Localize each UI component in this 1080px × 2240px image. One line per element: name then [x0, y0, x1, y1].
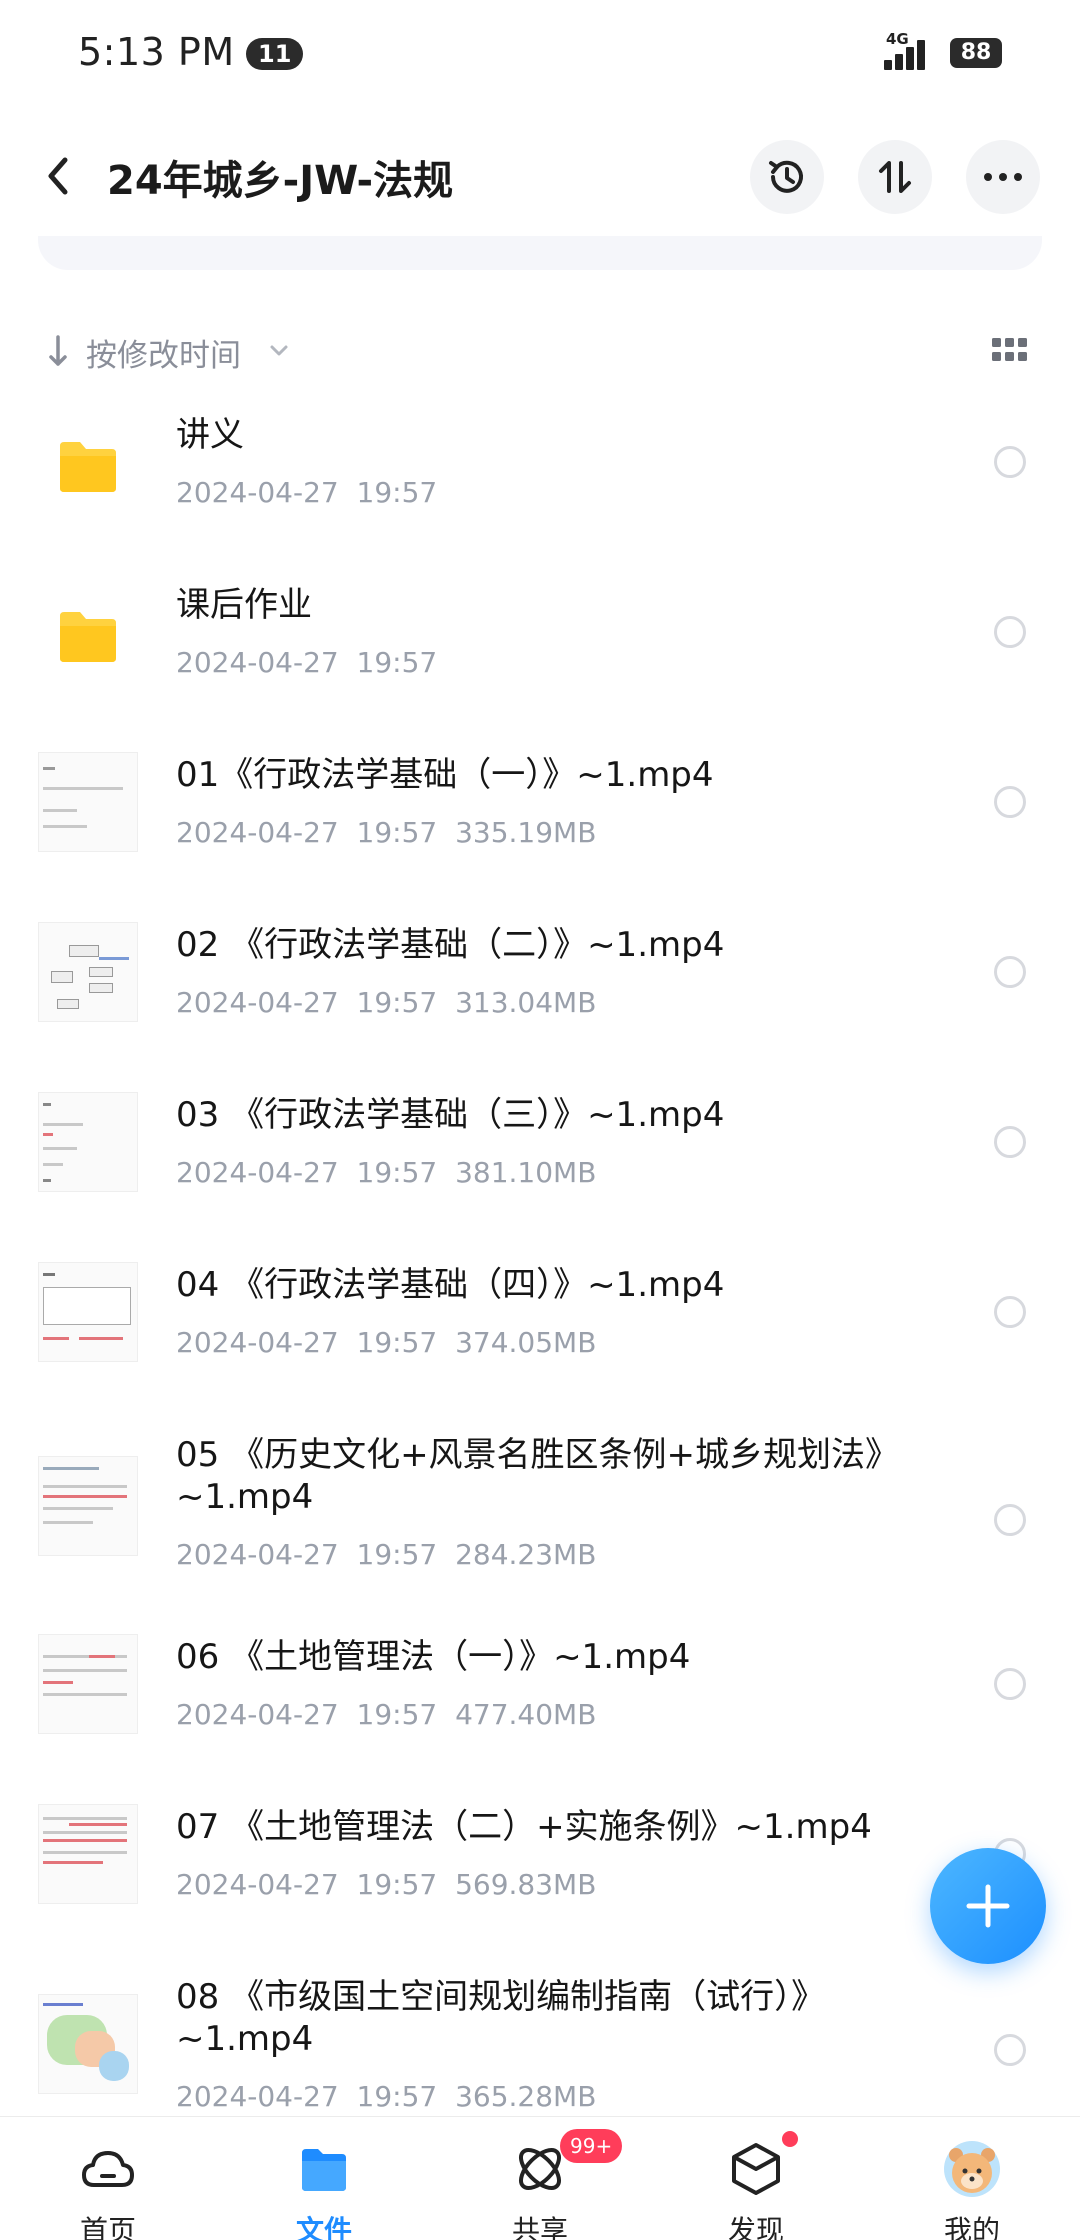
list-item-folder[interactable]: 讲义 2024-04-27 19:57 — [0, 400, 1080, 560]
notification-badge: 99+ — [560, 2129, 623, 2163]
nav-files[interactable]: 文件 — [244, 2117, 404, 2240]
history-button[interactable] — [750, 140, 824, 214]
back-button[interactable] — [30, 148, 86, 204]
file-name: 04 《行政法学基础（四）》~1.mp4 — [176, 1265, 725, 1305]
select-checkbox[interactable] — [994, 1296, 1026, 1328]
select-checkbox[interactable] — [994, 2034, 1026, 2066]
more-dots-icon — [984, 173, 1022, 181]
nav-label: 发现 — [727, 2214, 784, 2240]
video-thumbnail — [38, 922, 138, 1022]
video-thumbnail — [38, 1804, 138, 1904]
more-button[interactable] — [966, 140, 1040, 214]
nav-label: 首页 — [79, 2214, 136, 2240]
nav-home[interactable]: 首页 — [28, 2117, 188, 2240]
file-name: 02 《行政法学基础（二）》~1.mp4 — [176, 925, 725, 965]
list-item-folder[interactable]: 课后作业 2024-04-27 19:57 — [0, 570, 1080, 730]
history-clock-icon — [769, 160, 803, 193]
file-meta: 2024-04-27 19:57 569.83MB — [176, 1868, 597, 1901]
nav-profile[interactable]: 我的 — [892, 2117, 1052, 2240]
notification-count-badge: 11 — [246, 38, 304, 70]
search-bar-collapsed[interactable] — [38, 236, 1042, 270]
select-checkbox[interactable] — [994, 616, 1026, 648]
nav-share[interactable]: 99+ 共享 — [460, 2117, 623, 2240]
file-name: 讲义 — [176, 415, 244, 455]
video-thumbnail — [38, 1994, 138, 2094]
file-meta: 2024-04-27 19:57 335.19MB — [176, 816, 597, 849]
file-name: 03 《行政法学基础（三）》~1.mp4 — [176, 1095, 725, 1135]
file-meta: 2024-04-27 19:57 381.10MB — [176, 1156, 597, 1189]
sort-row: 按修改时间 — [0, 320, 1080, 382]
file-meta: 2024-04-27 19:57 313.04MB — [176, 986, 597, 1019]
file-meta: 2024-04-27 19:57 284.23MB — [176, 1538, 597, 1571]
list-item-video[interactable]: 01《行政法学基础（一）》~1.mp4 2024-04-27 19:57 335… — [0, 740, 1080, 900]
video-thumbnail — [38, 752, 138, 852]
list-item-video[interactable]: 07 《土地管理法（二）+实施条例》~1.mp4 2024-04-27 19:5… — [0, 1800, 1080, 1960]
file-meta: 2024-04-27 19:57 — [176, 646, 438, 679]
transfer-button[interactable] — [858, 140, 932, 214]
file-meta: 2024-04-27 19:57 365.28MB — [176, 2080, 597, 2113]
header-bar: 24年城乡-JW-法规 — [0, 120, 1080, 230]
cloud-home-icon — [82, 2151, 134, 2187]
list-item-video[interactable]: 05 《历史文化+风景名胜区条例+城乡规划法》~1.mp4 2024-04-27… — [0, 1420, 1080, 1620]
chevron-left-icon — [48, 157, 68, 195]
select-checkbox[interactable] — [994, 1668, 1026, 1700]
nav-label: 文件 — [295, 2214, 352, 2240]
list-item-video[interactable]: 02 《行政法学基础（二）》~1.mp4 2024-04-27 19:57 31… — [0, 910, 1080, 1070]
page-title: 24年城乡-JW-法规 — [107, 158, 454, 204]
transfer-arrows-icon — [879, 161, 911, 193]
folder-icon — [60, 442, 116, 492]
discover-cube-icon — [732, 2143, 780, 2195]
list-item-video[interactable]: 03 《行政法学基础（三）》~1.mp4 2024-04-27 19:57 38… — [0, 1080, 1080, 1240]
video-thumbnail — [38, 1262, 138, 1362]
folder-icon — [60, 612, 116, 662]
status-time: 5:13 PM — [78, 30, 235, 74]
grid-view-icon[interactable] — [992, 336, 1028, 366]
file-meta: 2024-04-27 19:57 374.05MB — [176, 1326, 597, 1359]
add-button[interactable] — [930, 1848, 1046, 1964]
folder-icon — [302, 2149, 346, 2191]
select-checkbox[interactable] — [994, 1126, 1026, 1158]
list-item-video[interactable]: 08 《市级国土空间规划编制指南（试行）》~1.mp4 2024-04-27 1… — [0, 1970, 1080, 2120]
select-checkbox[interactable] — [994, 446, 1026, 478]
select-checkbox[interactable] — [994, 786, 1026, 818]
chevron-down-icon[interactable] — [268, 340, 290, 362]
video-thumbnail — [38, 1634, 138, 1734]
file-name: 08 《市级国土空间规划编制指南（试行）》~1.mp4 — [176, 1977, 826, 2059]
file-name: 01《行政法学基础（一）》~1.mp4 — [176, 755, 714, 795]
avatar-icon — [944, 2141, 1000, 2197]
list-item-video[interactable]: 04 《行政法学基础（四）》~1.mp4 2024-04-27 19:57 37… — [0, 1250, 1080, 1410]
plus-icon — [966, 1884, 1010, 1928]
file-name: 课后作业 — [176, 585, 312, 625]
video-thumbnail — [38, 1456, 138, 1556]
select-checkbox[interactable] — [994, 1504, 1026, 1536]
nav-discover[interactable]: 发现 — [676, 2117, 836, 2240]
video-thumbnail — [38, 1092, 138, 1192]
file-name: 05 《历史文化+风景名胜区条例+城乡规划法》~1.mp4 — [176, 1435, 900, 1517]
network-type: 4G — [886, 30, 909, 48]
battery-icon: 88 — [950, 38, 1002, 68]
file-name: 07 《土地管理法（二）+实施条例》~1.mp4 — [176, 1807, 872, 1847]
status-bar: 5:13 PM 11 4G 88 — [0, 0, 1080, 110]
sort-dropdown[interactable]: 按修改时间 — [86, 330, 241, 375]
nav-label: 我的 — [943, 2214, 1000, 2240]
file-meta: 2024-04-27 19:57 477.40MB — [176, 1698, 597, 1731]
file-name: 06 《土地管理法（一）》~1.mp4 — [176, 1637, 691, 1677]
select-checkbox[interactable] — [994, 956, 1026, 988]
notification-dot — [782, 2131, 798, 2147]
bottom-navigation: 首页 文件 99+ 共享 发现 我的 — [0, 2116, 1080, 2240]
nav-label: 共享 — [511, 2214, 568, 2240]
file-meta: 2024-04-27 19:57 — [176, 476, 438, 509]
list-item-video[interactable]: 06 《土地管理法（一）》~1.mp4 2024-04-27 19:57 477… — [0, 1630, 1080, 1790]
sort-arrow-icon[interactable] — [48, 334, 68, 368]
